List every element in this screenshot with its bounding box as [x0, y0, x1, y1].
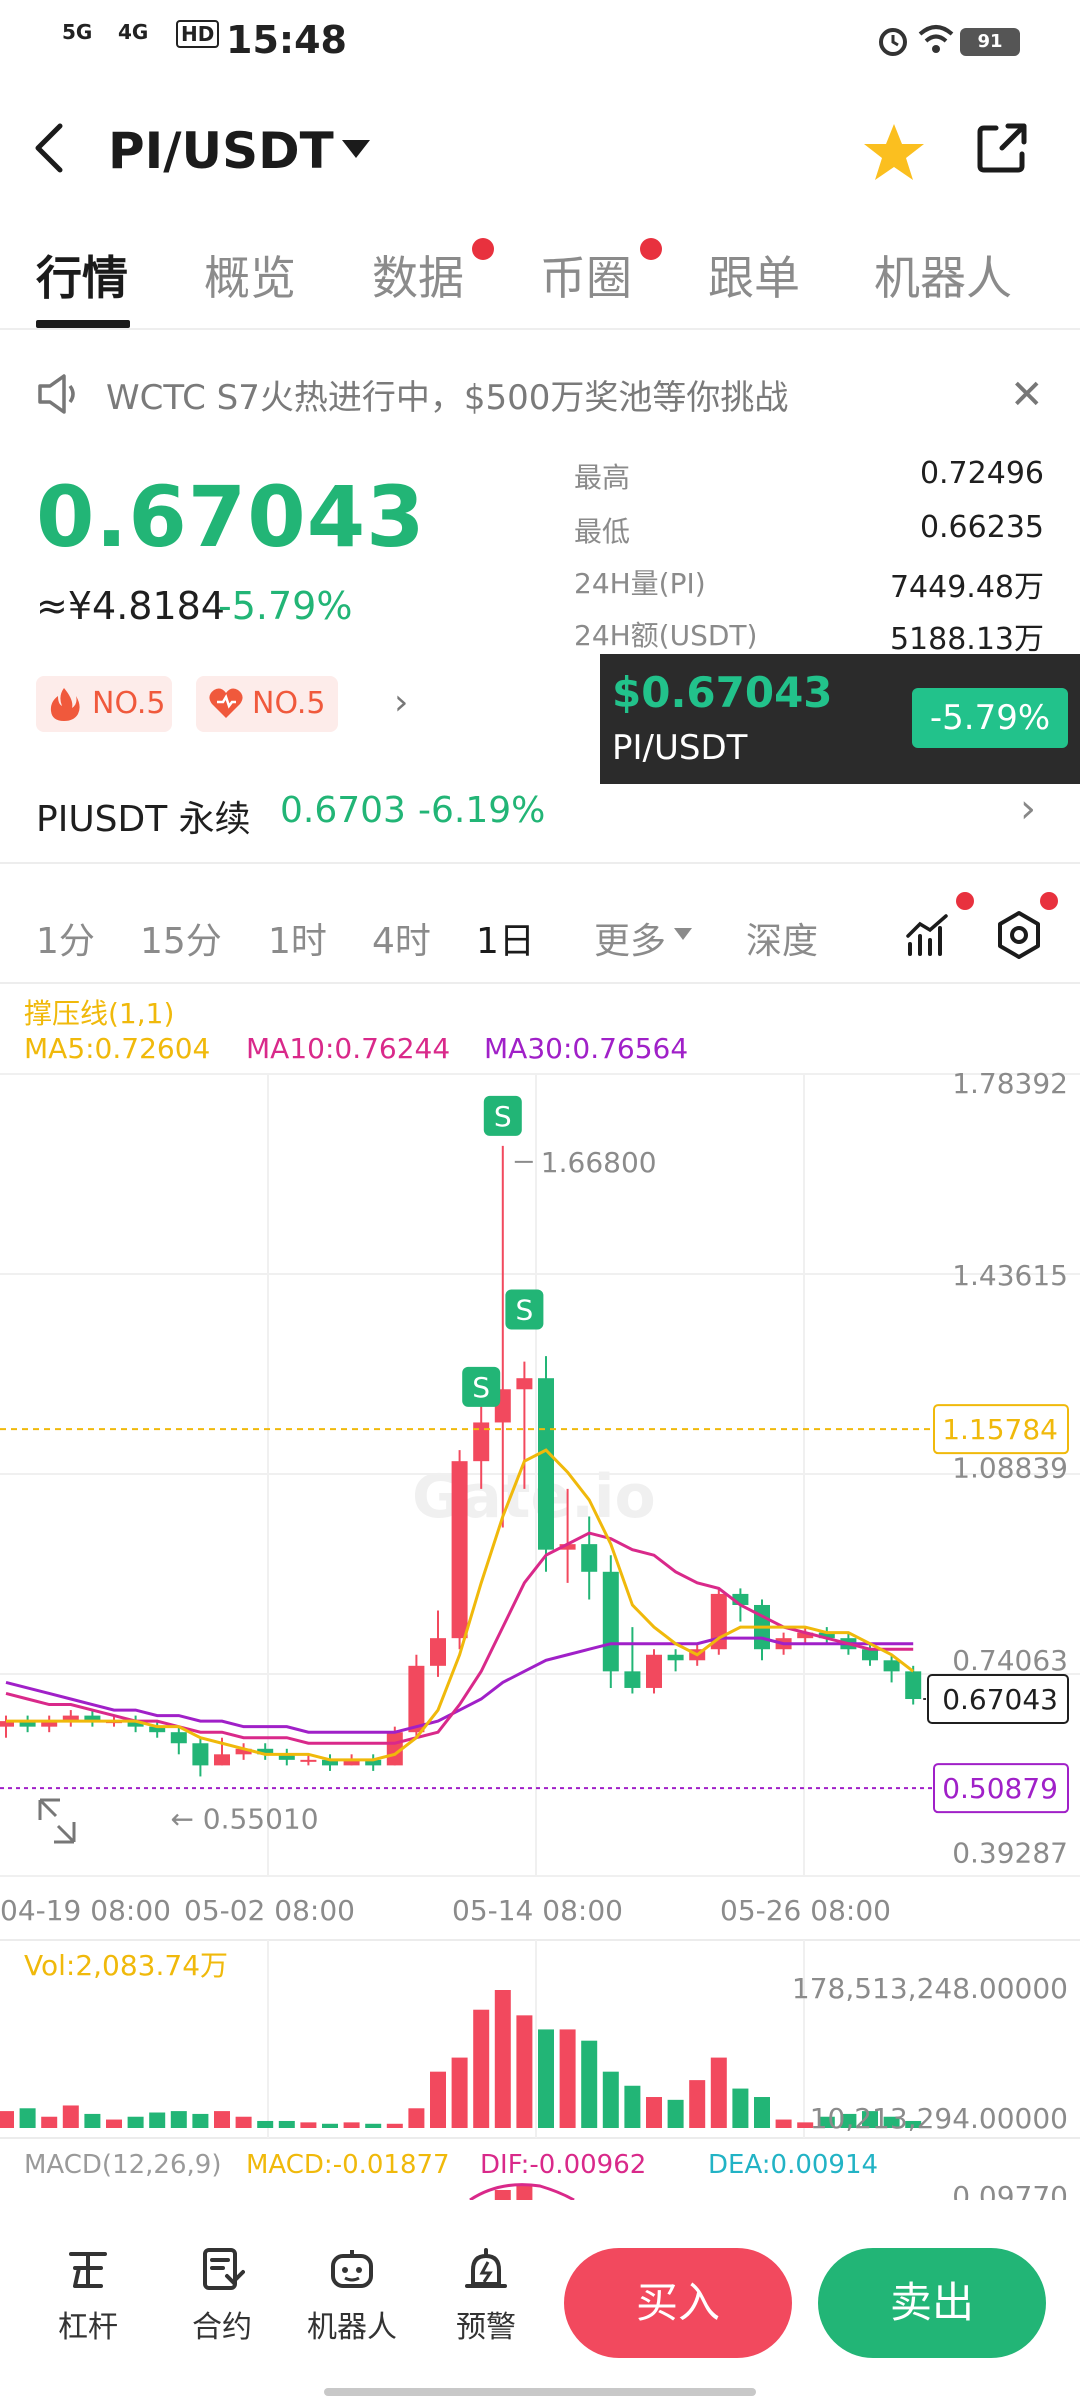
y-tick-label: 0.39287	[952, 1836, 1068, 1869]
volume-bar	[775, 2119, 792, 2128]
contract-icon	[203, 2248, 245, 2290]
volume-bar	[451, 2057, 468, 2128]
sell-marker-label: S	[472, 1371, 490, 1404]
volume-label: Vol:2,083.74万	[24, 1949, 229, 1982]
sell-marker-label: S	[516, 1293, 534, 1326]
volume-bar	[0, 2111, 14, 2128]
candle-body	[862, 1649, 878, 1661]
x-tick-label: 05-02 08:00	[184, 1894, 355, 1927]
volume-bar	[538, 2029, 554, 2128]
y-tick-label: 1.78392	[952, 1067, 1068, 1100]
x-tick-label: 05-14 08:00	[452, 1894, 623, 1927]
y-tick-label: 1.43615	[952, 1259, 1068, 1292]
volume-bar	[149, 2112, 166, 2128]
volume-bar	[689, 2080, 706, 2128]
volume-bar	[667, 2099, 684, 2128]
volume-bar	[235, 2116, 252, 2128]
macd-params-label: MACD(12,26,9)	[24, 2150, 222, 2180]
volume-bar	[494, 1990, 511, 2128]
volume-bar	[106, 2119, 122, 2128]
bottom-action-bar: 杠杆 合约 机器人 预警 买入 卖出	[0, 2200, 1080, 2400]
candle-body	[667, 1654, 684, 1661]
volume-bar	[624, 2085, 641, 2128]
home-indicator[interactable]	[324, 2388, 756, 2396]
macd-bar	[516, 2186, 533, 2200]
low-marker-label: ← 0.55010	[170, 1802, 318, 1835]
volume-tick-label: 178,513,248.00000	[792, 1972, 1068, 2005]
candle-body	[214, 1754, 230, 1766]
volume-bar	[516, 2015, 533, 2128]
fullscreen-icon	[38, 1798, 76, 1844]
candle-body	[451, 1461, 468, 1639]
nav-alert[interactable]: 预警	[426, 2246, 546, 2346]
volume-bar	[127, 2116, 144, 2128]
volume-bar	[278, 2120, 295, 2128]
volume-bar	[170, 2111, 187, 2128]
volume-bar	[581, 2040, 598, 2128]
candle-body	[430, 1638, 446, 1666]
nav-label: 机器人	[307, 2310, 397, 2345]
volume-bar	[343, 2122, 360, 2128]
robot-icon	[331, 2250, 373, 2288]
candle-body	[170, 1732, 187, 1744]
volume-bar	[559, 2029, 576, 2128]
volume-bar	[473, 2009, 490, 2128]
volume-bar	[19, 2108, 36, 2128]
high-marker-label: 1.66800	[541, 1146, 657, 1179]
nav-contract[interactable]: 合约	[162, 2246, 282, 2346]
volume-bar	[322, 2123, 338, 2128]
volume-bar	[84, 2113, 101, 2128]
volume-bar	[192, 2113, 209, 2128]
volume-bar	[646, 2097, 662, 2128]
volume-bar	[62, 2105, 79, 2128]
price-chart[interactable]: 1.78392 1.43615 1.08839 0.74063 0.39287 04-19…	[0, 0, 1080, 2200]
volume-bar	[430, 2071, 446, 2128]
candle-body	[624, 1671, 641, 1688]
leverage-icon	[69, 2252, 107, 2288]
x-tick-label: 04-19 08:00	[0, 1894, 171, 1927]
volume-bar	[408, 2108, 425, 2128]
x-tick-label: 05-26 08:00	[720, 1894, 891, 1927]
volume-bar	[214, 2111, 230, 2128]
candle-body	[905, 1671, 922, 1700]
nav-label: 预警	[456, 2310, 516, 2345]
nav-label: 合约	[192, 2310, 252, 2345]
resistance-price-label: 1.15784	[942, 1413, 1058, 1446]
volume-bar	[300, 2122, 317, 2128]
current-price-label: 0.67043	[942, 1683, 1058, 1716]
candle-body	[516, 1378, 533, 1390]
macd-tick-label: 0.09770	[952, 2180, 1068, 2200]
support-price-label: 0.50879	[942, 1772, 1058, 1805]
volume-bar	[602, 2071, 619, 2128]
alarm-icon	[465, 2248, 507, 2288]
candle-body	[192, 1743, 209, 1766]
y-tick-label: 0.74063	[952, 1644, 1068, 1677]
candle-body	[408, 1665, 425, 1733]
dea-label: DEA:0.00914	[708, 2150, 879, 2180]
candle-body	[538, 1378, 554, 1550]
candle-body	[646, 1654, 662, 1688]
volume-bar	[257, 2120, 274, 2128]
sell-button[interactable]: 卖出	[818, 2248, 1046, 2358]
volume-bar	[754, 2097, 770, 2128]
candle-body	[581, 1544, 598, 1572]
dif-label: DIF:-0.00962	[480, 2150, 647, 2180]
volume-bar	[710, 2057, 727, 2128]
candle-body	[602, 1571, 619, 1672]
volume-bar	[386, 2123, 403, 2128]
volume-bar	[365, 2123, 382, 2128]
macd-bar	[494, 2190, 511, 2200]
buy-button[interactable]: 买入	[564, 2248, 792, 2358]
volume-bar	[41, 2116, 58, 2128]
candle-body	[300, 1759, 317, 1762]
sell-marker-label: S	[494, 1100, 512, 1133]
macd-label: MACD:-0.01877	[246, 2150, 450, 2180]
y-tick-label: 1.08839	[952, 1452, 1068, 1485]
volume-bar	[732, 2088, 749, 2128]
candle-body	[883, 1660, 900, 1672]
nav-label: 杠杆	[58, 2310, 118, 2345]
volume-tick-label: 10,213,294.00000	[810, 2102, 1068, 2135]
nav-leverage[interactable]: 杠杆	[28, 2246, 148, 2346]
nav-robot[interactable]: 机器人	[292, 2246, 412, 2346]
